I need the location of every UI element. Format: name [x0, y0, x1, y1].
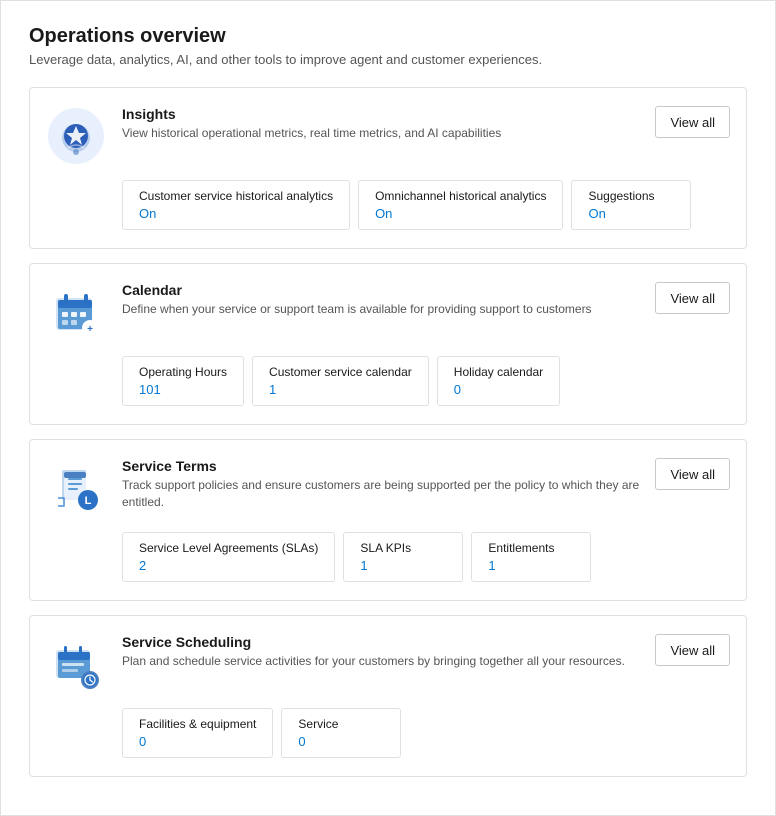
section-left-insights: Insights View historical operational metr…: [46, 106, 655, 166]
service-scheduling-icon: [46, 634, 106, 694]
section-info-service-terms: Service Terms Track support policies and …: [122, 458, 655, 511]
svg-text:L: L: [85, 495, 92, 507]
item-card: Facilities & equipment 0: [122, 708, 273, 758]
page-container: Operations overview Leverage data, analy…: [1, 1, 775, 815]
section-title-service-terms: Service Terms: [122, 458, 655, 474]
item-label: SLA KPIs: [360, 541, 446, 555]
page-title: Operations overview: [29, 25, 747, 48]
item-value[interactable]: 1: [488, 558, 574, 573]
view-all-button-calendar[interactable]: View all: [655, 282, 730, 314]
item-value[interactable]: On: [375, 206, 546, 221]
item-card: Suggestions On: [571, 180, 691, 230]
calendar-icon: +: [46, 282, 106, 342]
section-title-service-scheduling: Service Scheduling: [122, 634, 655, 650]
item-value[interactable]: 1: [269, 382, 412, 397]
item-label: Entitlements: [488, 541, 574, 555]
sections-container: Insights View historical operational metr…: [29, 87, 747, 777]
item-label: Facilities & equipment: [139, 717, 256, 731]
section-header-service-terms: L Service Terms Track support policies an…: [46, 458, 730, 518]
section-items-insights: Customer service historical analyticsOnO…: [122, 180, 730, 230]
svg-text:+: +: [87, 324, 93, 335]
item-card: Customer service calendar 1: [252, 356, 429, 406]
item-value[interactable]: 1: [360, 558, 446, 573]
section-header-calendar: + Calendar Define when your service or su…: [46, 282, 730, 342]
item-card: Service Level Agreements (SLAs) 2: [122, 532, 335, 582]
section-left-service-terms: L Service Terms Track support policies an…: [46, 458, 655, 518]
view-all-button-service-terms[interactable]: View all: [655, 458, 730, 490]
section-desc-calendar: Define when your service or support team…: [122, 301, 642, 318]
item-label: Customer service calendar: [269, 365, 412, 379]
section-left-calendar: + Calendar Define when your service or su…: [46, 282, 655, 342]
item-value[interactable]: On: [139, 206, 333, 221]
item-label: Customer service historical analytics: [139, 189, 333, 203]
item-value[interactable]: 2: [139, 558, 318, 573]
view-all-button-insights[interactable]: View all: [655, 106, 730, 138]
item-card: SLA KPIs 1: [343, 532, 463, 582]
section-items-service-scheduling: Facilities & equipment 0 Service 0: [122, 708, 730, 758]
section-items-calendar: Operating Hours 101 Customer service calen…: [122, 356, 730, 406]
item-card: Entitlements 1: [471, 532, 591, 582]
item-label: Service: [298, 717, 384, 731]
section-header-insights: Insights View historical operational metr…: [46, 106, 730, 166]
section-left-service-scheduling: Service Scheduling Plan and schedule serv…: [46, 634, 655, 694]
page-subtitle: Leverage data, analytics, AI, and other …: [29, 52, 747, 67]
item-value[interactable]: 101: [139, 382, 227, 397]
item-card: Service 0: [281, 708, 401, 758]
section-header-service-scheduling: Service Scheduling Plan and schedule serv…: [46, 634, 730, 694]
section-service-terms: L Service Terms Track support policies an…: [29, 439, 747, 601]
section-info-insights: Insights View historical operational metr…: [122, 106, 655, 142]
section-info-service-scheduling: Service Scheduling Plan and schedule serv…: [122, 634, 655, 670]
item-value[interactable]: 0: [454, 382, 543, 397]
item-label: Operating Hours: [139, 365, 227, 379]
service-terms-icon: L: [46, 458, 106, 518]
item-label: Service Level Agreements (SLAs): [139, 541, 318, 555]
item-value[interactable]: 0: [298, 734, 384, 749]
section-service-scheduling: Service Scheduling Plan and schedule serv…: [29, 615, 747, 777]
item-card: Omnichannel historical analytics On: [358, 180, 563, 230]
section-title-insights: Insights: [122, 106, 655, 122]
item-card: Customer service historical analytics On: [122, 180, 350, 230]
section-title-calendar: Calendar: [122, 282, 655, 298]
section-desc-insights: View historical operational metrics, rea…: [122, 125, 642, 142]
section-insights: Insights View historical operational metr…: [29, 87, 747, 249]
insights-icon: [46, 106, 106, 166]
item-label: Suggestions: [588, 189, 674, 203]
view-all-button-service-scheduling[interactable]: View all: [655, 634, 730, 666]
section-info-calendar: Calendar Define when your service or supp…: [122, 282, 655, 318]
section-desc-service-terms: Track support policies and ensure custom…: [122, 477, 642, 511]
item-value[interactable]: 0: [139, 734, 256, 749]
section-items-service-terms: Service Level Agreements (SLAs) 2 SLA KPIs…: [122, 532, 730, 582]
item-card: Operating Hours 101: [122, 356, 244, 406]
item-value[interactable]: On: [588, 206, 674, 221]
section-desc-service-scheduling: Plan and schedule service activities for…: [122, 653, 642, 670]
item-label: Omnichannel historical analytics: [375, 189, 546, 203]
item-card: Holiday calendar 0: [437, 356, 560, 406]
item-label: Holiday calendar: [454, 365, 543, 379]
section-calendar: + Calendar Define when your service or su…: [29, 263, 747, 425]
